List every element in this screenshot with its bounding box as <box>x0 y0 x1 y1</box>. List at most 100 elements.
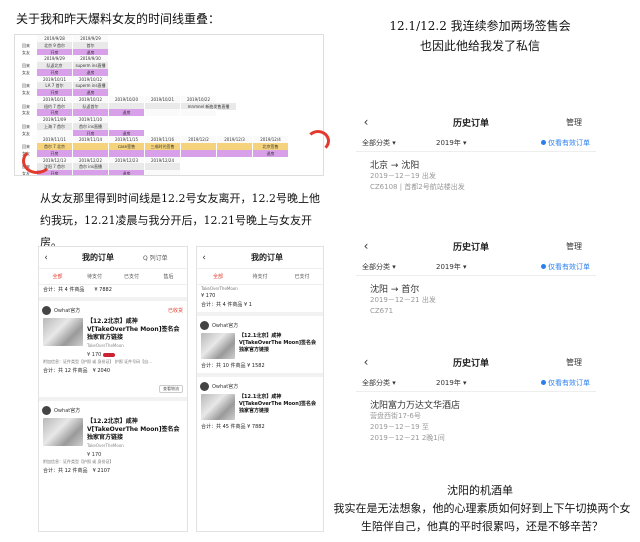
valid-only-toggle[interactable]: 仅看有效订单 <box>506 378 596 388</box>
timeline-row: 女友 开房 退房 <box>15 89 323 97</box>
timeline-cell <box>73 170 109 175</box>
manage-button[interactable]: 管理 <box>566 241 596 252</box>
order-item[interactable]: 【12.1北京】咸神 V[TakeOverThe Moon]签名会独家官方链接 <box>197 392 323 422</box>
back-icon[interactable]: ‹ <box>356 115 376 129</box>
order-detail: 附加信息：证件类型【护照 或 身份证】 <box>43 459 114 464</box>
timeline-row: 女友 开房 退房 <box>15 129 323 137</box>
narrative-text: 从女友那里得到时间线是12.2号女友离开，12.2号晚上他约我玩，12.21凌晨… <box>40 192 320 249</box>
order-item[interactable]: 【12.2北京】咸神 V[TakeOverThe Moon]签名会独家官方链接 T… <box>39 316 187 352</box>
back-icon[interactable]: ‹ <box>197 253 211 263</box>
view-logistics-button[interactable]: 查看物流 <box>159 385 183 393</box>
summary-price: ¥ 2040 <box>92 368 111 374</box>
product-thumbnail <box>43 418 83 446</box>
category-filter[interactable]: 全部分类 ▾ <box>356 138 436 148</box>
redaction-mark <box>102 352 115 357</box>
order-summary-2: 合计：共 12 件商品 ¥ 2040 <box>39 366 187 375</box>
tab-pending[interactable]: 待支付 <box>76 273 113 280</box>
history-panel-flight-2: ‹ 历史订单 管理 全部分类 ▾ 2019年 ▾ 仅看有效订单 沈阳 → 首尔 20… <box>356 234 596 334</box>
manage-button[interactable]: 管理 <box>566 357 596 368</box>
order-title: 我的订单 <box>251 253 283 262</box>
back-icon[interactable]: ‹ <box>356 355 376 369</box>
valid-only-toggle[interactable]: 仅看有效订单 <box>506 138 596 148</box>
summary-price: ¥ 2107 <box>92 468 111 474</box>
order-summary-1: 合计：共 4 件商品 ¥ 7882 <box>39 285 187 294</box>
timeline-row: 回来 北京 9 首尔 首尔 <box>15 41 323 49</box>
timeline-row: 2019/9/28 2019/9/29 <box>15 35 323 42</box>
history-panel-flight-1: ‹ 历史订单 管理 全部分类 ▾ 2019年 ▾ 仅看有效订单 北京 → 沈阳 20… <box>356 110 596 220</box>
caption-body: 我实在是无法想象，他的心理素质如何好到上下午切换两个女生陪伴自己，他真的平时很累… <box>333 502 631 533</box>
year-filter[interactable]: 2019年 ▾ <box>436 138 506 148</box>
order-tabs: 全部 待支付 已支付 <box>197 269 323 285</box>
shop-name: Owhat官方 <box>54 307 81 314</box>
tab-pending[interactable]: 待支付 <box>239 273 281 280</box>
back-icon[interactable]: ‹ <box>39 253 53 263</box>
timeline-row: 回来 队返北京 superm ins直播 <box>15 62 323 70</box>
order-detail: 附加信息：证件类型【护照 或 身份证】 护照 证件号码【自... <box>43 359 152 364</box>
tab-paid[interactable]: 已支付 <box>113 273 150 280</box>
history-title: 历史订单 <box>452 358 489 369</box>
shop-logo-icon <box>200 381 209 391</box>
record-date: 2019－12－19 出发 <box>370 172 436 180</box>
history-filter: 全部分类 ▾ 2019年 ▾ 仅看有效订单 <box>356 374 596 392</box>
tab-all[interactable]: 全部 <box>197 273 239 280</box>
record-extra: CZ6108 | 首都2号航站楼出发 <box>370 183 465 191</box>
product-sub: TakeOverTheMoon <box>87 343 124 348</box>
timeline-row: 回来 沈阳 7 首尔 首尔 ins直播 <box>15 163 323 171</box>
record-title: 沈阳富力万达文华酒店 <box>370 401 461 411</box>
valid-only-toggle[interactable]: 仅看有效订单 <box>506 262 596 272</box>
record-title: 沈阳 → 首尔 <box>370 285 420 295</box>
order-screenshot-a: ‹ 我的订单 Q 列订单 全部 待支付 已支付 售后 合计：共 4 件商品 ¥ … <box>38 246 188 532</box>
product-title: 【12.1北京】咸神 V[TakeOverThe Moon]签名会独家官方链接 <box>239 394 317 414</box>
year-filter[interactable]: 2019年 ▾ <box>436 378 506 388</box>
product-thumbnail <box>43 318 83 346</box>
back-icon[interactable]: ‹ <box>356 239 376 253</box>
red-annotation-left <box>22 148 52 174</box>
price-text: ¥ 170 <box>87 352 102 358</box>
order-item[interactable]: 【12.2北京】咸神 V[TakeOverThe Moon]签名会独家官方链接 T… <box>39 416 187 452</box>
order-summary-3: 合计：共 45 件商品 ¥ 7882 <box>197 422 323 431</box>
history-record[interactable]: 沈阳 → 首尔 2019－12－21 出发 CZ671 <box>356 276 596 317</box>
product-thumbnail <box>201 394 235 420</box>
heading-line-2: 也因此他给我发了私信 <box>419 39 540 53</box>
summary-text: 合计：共 45 件商品 <box>201 424 246 430</box>
shop-logo-icon <box>42 405 51 415</box>
timeline-row: 女友 开房 退房 <box>15 48 323 56</box>
manage-button[interactable]: 管理 <box>566 117 596 128</box>
record-date: 2019－12－19 至 <box>370 423 429 431</box>
order-item[interactable]: 【12.1北京】咸神 V[TakeOverThe Moon]签名会独家官方链接 <box>197 331 323 361</box>
summary-price: ¥ 7882 <box>247 424 265 430</box>
history-title: 历史订单 <box>452 242 489 253</box>
timeline-row: 回来 首尔 7 北京 case签售 三成时光签售 北京签售 <box>15 143 323 151</box>
timeline-row: 回来 LA 7 首尔 superm ins直播 <box>15 82 323 90</box>
summary-text: 合计：共 4 件商品 <box>43 287 85 293</box>
right-heading: 12.1/12.2 我连续参加两场签售会 也因此他给我发了私信 <box>330 16 630 56</box>
timeline-row: 2019/10/11 2019/10/12 <box>15 75 323 83</box>
order-status: 已收货 <box>167 307 183 314</box>
product-title: 【12.1北京】咸神 V[TakeOverThe Moon]签名会独家官方链接 <box>239 333 317 353</box>
summary-text: 合计：共 10 件商品 <box>201 363 246 369</box>
order-search-label[interactable]: Q 列订单 <box>143 253 187 262</box>
history-record[interactable]: 沈阳富力万达文华酒店 营盘西街17-6号 2019－12－19 至 2019－1… <box>356 392 596 444</box>
product-sub: TakeOverTheMoon <box>201 286 238 291</box>
shop-name: Owhat官方 <box>54 407 81 414</box>
order-tabs: 全部 待支付 已支付 售后 <box>39 269 187 285</box>
category-filter[interactable]: 全部分类 ▾ <box>356 378 436 388</box>
tab-aftersale[interactable]: 售后 <box>150 273 187 280</box>
tab-all[interactable]: 全部 <box>39 273 76 280</box>
year-filter[interactable]: 2019年 ▾ <box>436 262 506 272</box>
product-price: ¥ 170 <box>201 293 216 299</box>
shop-row: Owhat官方 已收货 <box>39 304 187 316</box>
shop-name: Owhat官方 <box>212 322 239 329</box>
record-extra: CZ671 <box>370 307 394 315</box>
category-filter[interactable]: 全部分类 ▾ <box>356 262 436 272</box>
timeline-row: 女友 开房 退房 <box>15 68 323 76</box>
shop-logo-icon <box>42 305 51 315</box>
summary-text: 合计：共 12 件商品 <box>43 368 88 374</box>
tab-paid[interactable]: 已支付 <box>281 273 323 280</box>
history-record[interactable]: 北京 → 沈阳 2019－12－19 出发 CZ6108 | 首都2号航站楼出发 <box>356 152 596 193</box>
timeline-table: 2019/9/28 2019/9/29 回来 北京 9 首尔 首尔 女友 开房 退房 2019/… <box>14 34 324 176</box>
order-summary-3: 合计：共 12 件商品 ¥ 2107 <box>39 466 187 475</box>
caption-title: 沈阳的机酒单 <box>447 484 513 497</box>
order-summary-2: 合计：共 10 件商品 ¥ 1582 <box>197 361 323 370</box>
radio-dot-icon <box>541 264 546 269</box>
